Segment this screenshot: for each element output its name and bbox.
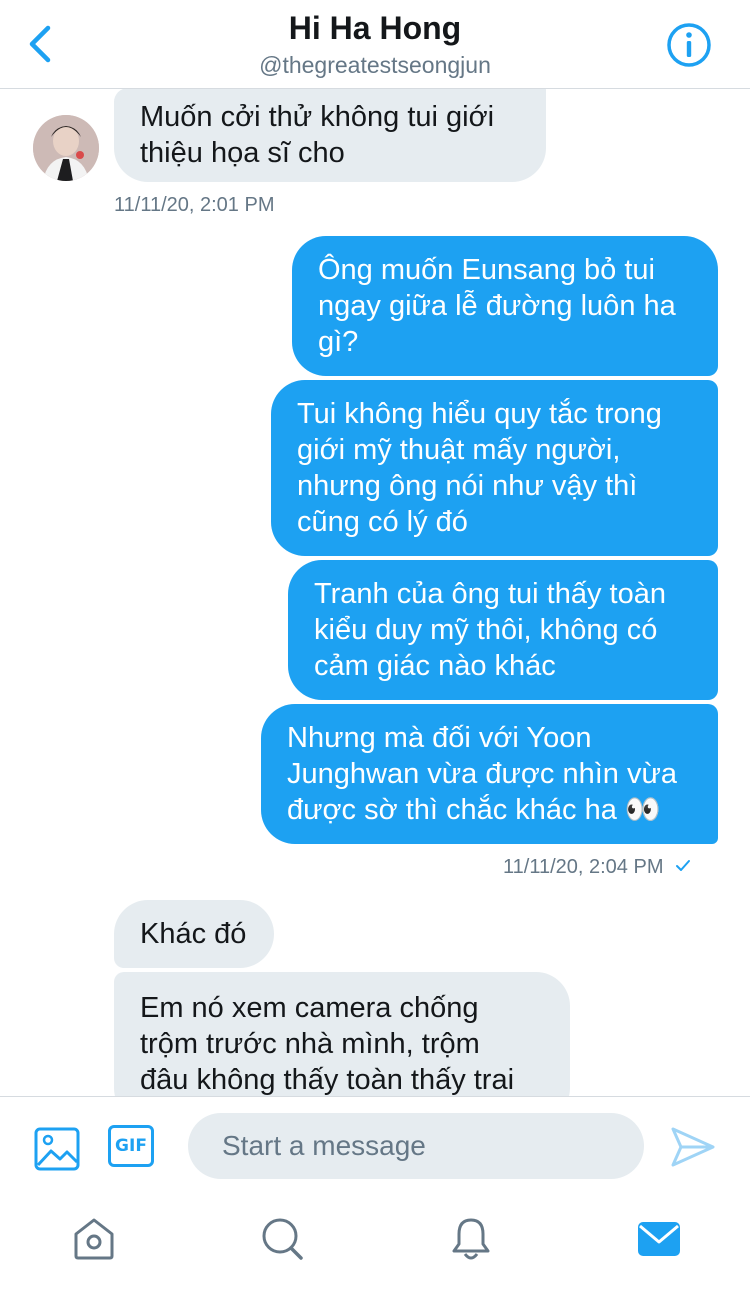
message-timestamp: 11/11/20, 2:04 PM [503,856,715,879]
home-icon [74,1218,114,1260]
image-icon [34,1127,80,1171]
tab-notifications[interactable] [449,1216,493,1262]
message-bubble-outgoing[interactable]: Nhưng mà đối với Yoon Junghwan vừa được … [261,704,718,844]
gif-button[interactable]: GIF [108,1125,154,1167]
message-text: Tui không hiểu quy tắc trong giới mỹ thu… [297,398,662,538]
message-text: Nhưng mà đối với Yoon Junghwan vừa được … [287,722,678,826]
message-timestamp: 11/11/20, 2:01 PM [114,194,275,216]
bottom-tab-bar [0,1196,750,1294]
notifications-icon [452,1218,490,1260]
message-bubble-outgoing[interactable]: Ông muốn Eunsang bỏ tui ngay giữa lễ đườ… [292,236,718,376]
message-text: Tranh của ông tui thấy toàn kiểu duy mỹ … [314,578,666,682]
send-icon [671,1127,715,1167]
message-bubble-outgoing[interactable]: Tranh của ông tui thấy toàn kiểu duy mỹ … [288,560,718,700]
message-bubble-incoming[interactable]: Em nó xem camera chống trộm trước nhà mì… [114,972,570,1096]
message-text: Khác đó [140,918,247,950]
tab-home[interactable] [72,1216,116,1262]
search-icon [262,1218,303,1260]
message-input[interactable] [188,1113,644,1179]
avatar[interactable] [33,115,99,181]
message-text: Em nó xem camera chống trộm trước nhà mì… [140,992,515,1096]
send-button[interactable] [670,1125,716,1169]
message-list[interactable]: Muốn cởi thử không tui giới thiệu họa sĩ… [0,88,750,1096]
tab-search[interactable] [260,1216,304,1262]
message-bubble-outgoing[interactable]: Tui không hiểu quy tắc trong giới mỹ thu… [271,380,718,556]
user-handle: @thegreatestseongjun [259,52,491,78]
conversation-header: Hi Ha Hong @thegreatestseongjun [0,0,750,89]
tab-messages[interactable] [637,1216,681,1262]
message-text: Muốn cởi thử không tui giới thiệu họa sĩ… [140,101,495,169]
message-text: Ông muốn Eunsang bỏ tui ngay giữa lễ đườ… [318,254,676,358]
add-photo-button[interactable] [34,1127,80,1171]
message-bubble-incoming[interactable]: Khác đó [114,900,274,968]
checkmark-icon [676,860,691,871]
info-icon [667,23,711,67]
info-button[interactable] [666,22,712,68]
message-bubble-incoming[interactable]: Muốn cởi thử không tui giới thiệu họa sĩ… [114,88,546,182]
message-composer: GIF [0,1096,750,1197]
messages-icon [638,1222,680,1256]
conversation-title[interactable]: Hi Ha Hong [0,10,750,47]
